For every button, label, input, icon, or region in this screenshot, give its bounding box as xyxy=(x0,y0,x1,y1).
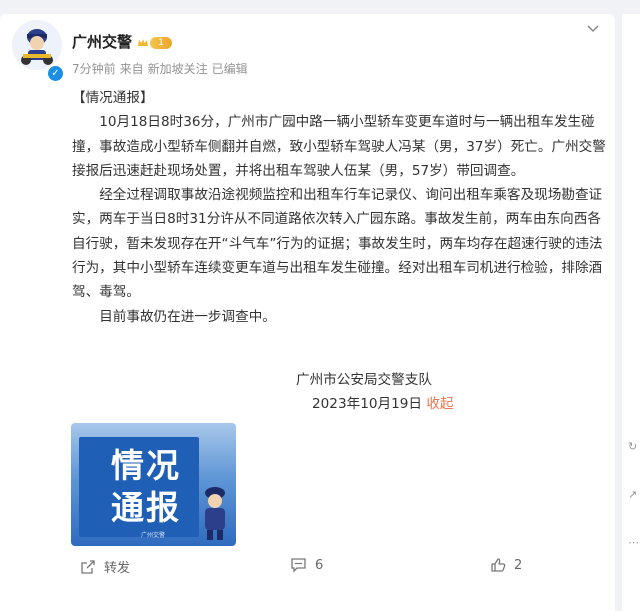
like-count: 2 xyxy=(514,557,523,573)
image-caption: 广州交警 xyxy=(141,532,166,539)
comment-icon xyxy=(291,558,306,573)
post-time[interactable]: 7分钟前 xyxy=(72,62,116,76)
collapse-link[interactable]: 收起 xyxy=(426,396,453,412)
like-button[interactable]: 2 xyxy=(490,557,522,573)
police-mascot-icon xyxy=(12,20,62,70)
image-text-1: 情况 xyxy=(111,446,181,485)
image-text-2: 通报 xyxy=(111,488,181,527)
comment-button[interactable]: 6 xyxy=(290,557,323,573)
rail-refresh-icon[interactable]: ↻ xyxy=(628,440,637,453)
repost-label: 转发 xyxy=(104,561,131,576)
rail-share-icon[interactable]: ↗ xyxy=(628,488,637,501)
paragraph-3: 目前事故仍在进一步调查中。 xyxy=(99,308,276,325)
signature: 广州市公安局交警支队 xyxy=(296,372,432,388)
user-level-badge: 1 xyxy=(150,37,172,49)
paragraph-1: 10月18日8时36分，广州市广园中路一辆小型轿车变更车道时与一辆出租车发生碰撞… xyxy=(72,114,606,179)
verified-badge-icon: ✓ xyxy=(47,65,64,82)
author-name[interactable]: 广州交警 xyxy=(72,31,132,52)
comment-count: 6 xyxy=(315,557,324,573)
post-image[interactable]: 情况 通报 广州交警 xyxy=(71,423,236,546)
post-title: 【情况通报】 xyxy=(72,90,154,106)
post-date: 2023年10月19日 xyxy=(312,396,422,412)
rail-more-icon[interactable]: ⋯ xyxy=(628,536,639,549)
date-line: 2023年10月19日 收起 xyxy=(312,392,454,412)
paragraph-2: 经全过程调取事故沿途视频监控和出租车行车记录仪、询问出租车乘客及现场勘查证实，两… xyxy=(72,187,603,301)
post-meta: 7分钟前 来自 新加坡关注 已编辑 xyxy=(72,60,252,77)
avatar[interactable] xyxy=(12,20,62,70)
police-figure-icon xyxy=(205,487,225,540)
right-rail xyxy=(622,14,640,611)
repost-button[interactable]: 转发 xyxy=(80,557,130,576)
post-source: 新加坡关注 xyxy=(147,62,208,76)
chevron-down-icon[interactable] xyxy=(587,24,599,34)
crown-icon xyxy=(138,39,148,46)
repost-icon xyxy=(81,559,95,574)
post-body: 【情况通报】 10月18日8时36分，广州市广园中路一辆小型轿车变更车道时与一辆… xyxy=(72,86,612,329)
source-prefix: 来自 xyxy=(119,62,144,76)
thumbs-up-icon xyxy=(491,558,506,572)
edited-label[interactable]: 已编辑 xyxy=(212,62,248,76)
